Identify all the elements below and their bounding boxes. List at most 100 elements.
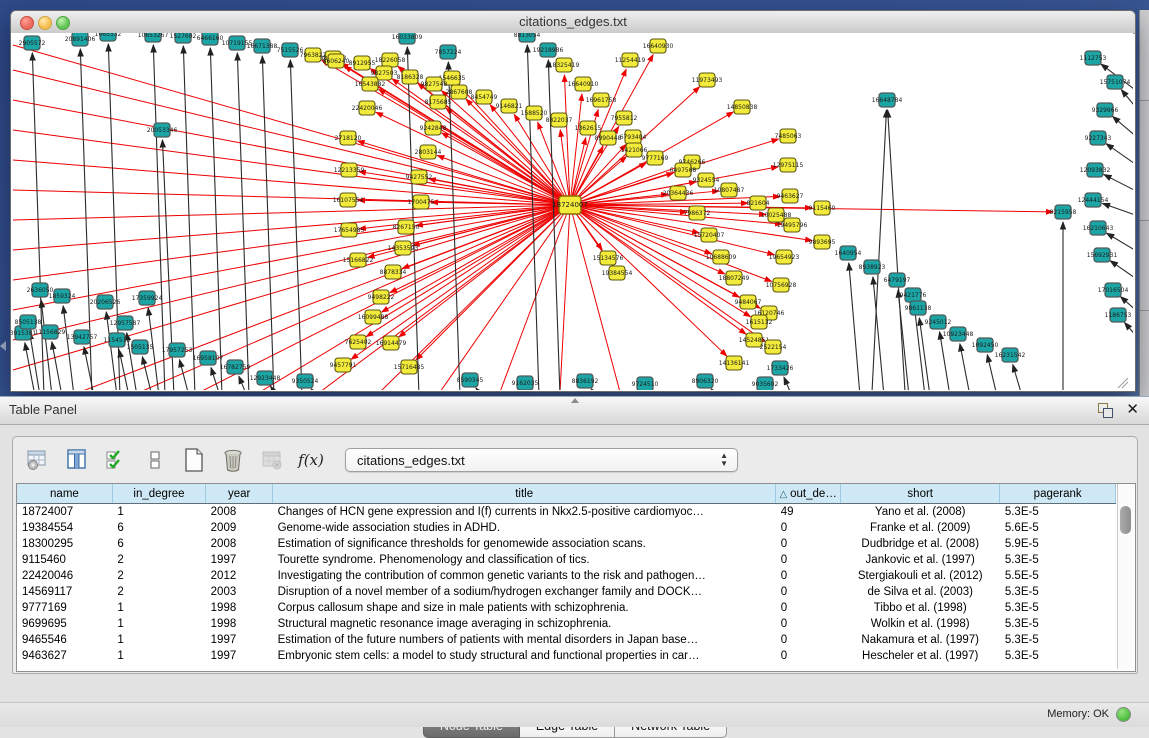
citation-edge[interactable] xyxy=(784,377,792,390)
table-row[interactable]: 946554611997Estimation of the future num… xyxy=(17,632,1116,648)
table-row[interactable]: 1456911722003Disruption of a novel membe… xyxy=(17,584,1116,600)
column-header-year[interactable]: year xyxy=(206,484,273,504)
row-height-button[interactable] xyxy=(140,445,170,475)
citation-edge[interactable] xyxy=(13,45,570,205)
citation-edge[interactable] xyxy=(1113,116,1133,138)
graph-node-label: 16782759 xyxy=(220,364,251,371)
table-panel-header[interactable]: Table Panel ✕ xyxy=(0,396,1149,425)
panel-collapse-arrow-icon[interactable] xyxy=(0,341,6,351)
citation-edge[interactable] xyxy=(13,130,570,205)
citation-edge[interactable] xyxy=(32,53,44,390)
column-header-out_de[interactable]: △out_de… xyxy=(776,484,841,504)
citation-edge[interactable] xyxy=(311,389,317,390)
show-columns-button[interactable] xyxy=(62,445,92,475)
citation-edge[interactable] xyxy=(63,306,74,390)
citation-edge[interactable] xyxy=(211,368,220,390)
citation-edge[interactable] xyxy=(940,332,950,390)
citation-edge[interactable] xyxy=(1107,233,1133,252)
table-row[interactable]: 946362711997Embryonic stem cells: a mode… xyxy=(17,648,1116,664)
column-header-short[interactable]: short xyxy=(841,484,1000,504)
window-resize-grip[interactable] xyxy=(1118,378,1128,388)
scrollbar-thumb[interactable] xyxy=(1120,506,1131,534)
zoom-window-button[interactable] xyxy=(56,16,70,30)
delete-table-button[interactable] xyxy=(257,445,287,475)
table-row[interactable]: 1830029562008Estimation of significance … xyxy=(17,536,1116,552)
citation-edge[interactable] xyxy=(119,350,129,390)
citation-edge[interactable] xyxy=(570,138,586,205)
citation-edge[interactable] xyxy=(52,342,62,390)
table-row[interactable]: 977716911998Corpus callosum shape and si… xyxy=(17,600,1116,616)
table-row[interactable]: 2242004622012Investigating the contribut… xyxy=(17,568,1116,584)
citation-edge[interactable] xyxy=(987,355,997,390)
column-header-in_degree[interactable]: in_degree xyxy=(112,484,205,504)
network-window-titlebar[interactable]: citations_edges.txt xyxy=(11,11,1135,34)
citation-edge[interactable] xyxy=(1106,144,1133,166)
select-columns-button[interactable] xyxy=(101,445,131,475)
citation-edge[interactable] xyxy=(591,389,597,390)
citation-edge[interactable] xyxy=(262,56,274,390)
delete-column-button[interactable] xyxy=(218,445,248,475)
citation-edge[interactable] xyxy=(13,205,570,340)
right-panel-edge[interactable] xyxy=(1139,10,1149,396)
table-row[interactable]: 911546021997Tourette syndrome. Phenomeno… xyxy=(17,552,1116,568)
citation-edge[interactable] xyxy=(237,53,249,390)
column-header-title[interactable]: title xyxy=(273,484,776,504)
graph-node-label: 8938923 xyxy=(859,264,886,271)
create-column-button[interactable] xyxy=(179,445,209,475)
table-row[interactable]: 1938455462009Genome-wide association stu… xyxy=(17,520,1116,536)
citation-edge[interactable] xyxy=(476,388,482,390)
citation-edge[interactable] xyxy=(13,205,570,250)
citation-edge[interactable] xyxy=(30,332,40,390)
citation-edge[interactable] xyxy=(210,48,222,390)
citation-edge[interactable] xyxy=(1110,261,1133,280)
float-panel-button[interactable] xyxy=(1098,403,1113,418)
close-window-button[interactable] xyxy=(20,16,34,30)
citation-edge[interactable] xyxy=(1102,203,1133,216)
citation-edge[interactable] xyxy=(919,318,930,390)
citation-edge[interactable] xyxy=(570,205,620,390)
table-cell: 0 xyxy=(776,648,841,664)
network-canvas[interactable]: 8860123891295518226058982750316543882818… xyxy=(11,33,1133,390)
citation-edge[interactable] xyxy=(888,110,905,390)
table-cell: 0 xyxy=(776,632,841,648)
graph-node-label: 9035602 xyxy=(752,381,779,388)
table-scrollbar[interactable] xyxy=(1117,484,1135,669)
citation-edge[interactable] xyxy=(142,357,152,390)
citation-edge[interactable] xyxy=(290,60,302,390)
minimize-window-button[interactable] xyxy=(38,16,52,30)
column-header-pagerank[interactable]: pagerank xyxy=(1000,484,1116,504)
citation-edge[interactable] xyxy=(153,45,165,390)
citation-edge[interactable] xyxy=(960,344,970,390)
citation-edge[interactable] xyxy=(183,46,195,390)
citation-edge[interactable] xyxy=(1125,323,1133,338)
citation-edge[interactable] xyxy=(711,389,717,390)
citation-edge[interactable] xyxy=(239,376,247,390)
citation-edge[interactable] xyxy=(13,205,570,220)
splitter-handle-icon[interactable] xyxy=(571,398,579,403)
graph-node-label: 1733426 xyxy=(767,365,794,372)
citation-edge[interactable] xyxy=(13,160,570,205)
citation-edge[interactable] xyxy=(180,360,189,390)
table-row[interactable]: 1872400712008Changes of HCN gene express… xyxy=(17,504,1116,521)
citation-edge[interactable] xyxy=(1121,90,1133,110)
column-header-name[interactable]: name xyxy=(17,484,112,504)
graph-node-label: 19654923 xyxy=(769,254,800,261)
citation-edge[interactable] xyxy=(1013,365,1022,390)
table-select-dropdown[interactable]: citations_edges.txt ▲▼ xyxy=(345,448,738,472)
table-cell: 9699695 xyxy=(17,616,112,632)
memory-status-indicator[interactable] xyxy=(1116,707,1131,722)
close-panel-button[interactable]: ✕ xyxy=(1126,400,1139,418)
citation-edge[interactable] xyxy=(570,205,772,281)
citation-edge[interactable] xyxy=(560,205,570,390)
citation-edge[interactable] xyxy=(849,263,860,390)
graph-node-label: 17957253 xyxy=(162,347,193,354)
citation-edge[interactable] xyxy=(84,347,94,390)
function-builder-button[interactable]: f(x) xyxy=(296,445,326,475)
citation-edge[interactable] xyxy=(500,205,570,390)
citation-edge[interactable] xyxy=(1104,175,1133,192)
network-view[interactable]: 8860123891295518226058982750316543882818… xyxy=(11,33,1133,390)
graph-node-label: 19218986 xyxy=(533,47,564,54)
table-mode-button[interactable] xyxy=(23,445,53,475)
table-row[interactable]: 969969511998Structural magnetic resonanc… xyxy=(17,616,1116,632)
citation-edge[interactable] xyxy=(13,205,570,310)
